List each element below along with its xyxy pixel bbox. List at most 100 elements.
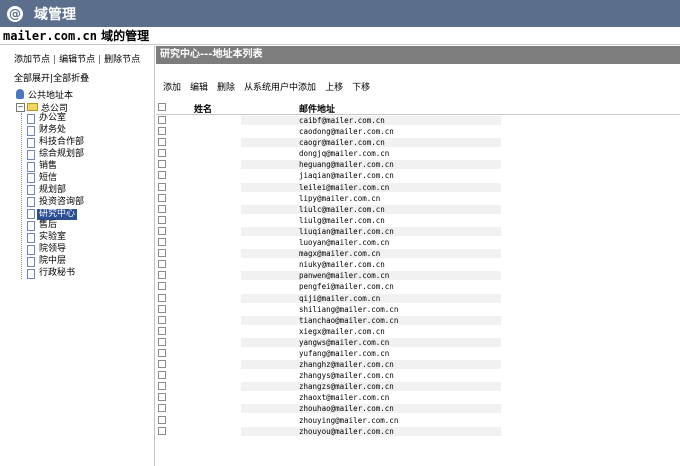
- tree-node[interactable]: 办公室: [22, 113, 86, 125]
- row-checkbox[interactable]: [158, 315, 166, 324]
- row-checkbox[interactable]: [158, 215, 166, 224]
- row-checkbox[interactable]: [158, 348, 166, 357]
- tree-node-label: 行政秘书: [39, 268, 76, 279]
- delete-button[interactable]: 删除: [217, 83, 235, 93]
- email-cell: liuqian@mailer.com.cn: [299, 226, 394, 236]
- tree-group[interactable]: − 总公司: [16, 101, 86, 114]
- tree-node[interactable]: 综合规划部: [22, 149, 86, 161]
- row-checkbox[interactable]: [158, 371, 166, 380]
- row-checkbox[interactable]: [158, 260, 166, 269]
- tree-node[interactable]: 销售: [22, 161, 86, 173]
- email-cell: qiji@mailer.com.cn: [299, 293, 381, 303]
- row-checkbox[interactable]: [158, 415, 166, 424]
- tree-node[interactable]: 售后: [22, 220, 86, 232]
- row-checkbox[interactable]: [158, 149, 166, 158]
- tree-node[interactable]: 行政秘书: [22, 268, 86, 280]
- list-row: panwen@mailer.com.cn: [156, 270, 680, 281]
- email-cell: caodong@mailer.com.cn: [299, 127, 394, 137]
- delete-node-link[interactable]: 删除节点: [104, 55, 140, 65]
- tree-node-label: 实验室: [39, 232, 67, 243]
- row-checkbox[interactable]: [158, 271, 166, 280]
- select-all-checkbox[interactable]: [158, 103, 166, 111]
- tree-node[interactable]: 短信: [22, 172, 86, 184]
- expand-all-link[interactable]: 全部展开: [14, 74, 50, 84]
- tree-node-label: 办公室: [39, 113, 67, 124]
- email-cell: jiaqian@mailer.com.cn: [299, 171, 394, 181]
- row-checkbox[interactable]: [158, 393, 166, 402]
- row-checkbox[interactable]: [158, 337, 166, 346]
- collapse-toggle-icon[interactable]: −: [16, 102, 25, 112]
- document-icon: [27, 256, 35, 267]
- address-list: caibf@mailer.com.cn caodong@mailer.com.cn…: [156, 115, 680, 437]
- tree-node[interactable]: 财务处: [22, 125, 86, 137]
- tree-node-label: 投资咨询部: [39, 196, 85, 207]
- tree-node[interactable]: 院中层: [22, 256, 86, 268]
- list-row: dongjq@mailer.com.cn: [156, 148, 680, 159]
- email-cell: niuky@mailer.com.cn: [299, 260, 385, 270]
- document-icon: [27, 161, 35, 172]
- move-up-button[interactable]: 上移: [325, 83, 343, 93]
- row-checkbox[interactable]: [158, 226, 166, 235]
- row-checkbox[interactable]: [158, 116, 166, 124]
- tree-node-label: 规划部: [39, 184, 67, 195]
- email-cell: shiliang@mailer.com.cn: [299, 304, 399, 314]
- email-cell: dongjq@mailer.com.cn: [299, 149, 390, 159]
- list-row: qiji@mailer.com.cn: [156, 293, 680, 304]
- row-checkbox[interactable]: [158, 127, 166, 136]
- tree-node-label: 科技合作部: [39, 137, 85, 148]
- row-checkbox[interactable]: [158, 426, 166, 435]
- add-from-system-users-button[interactable]: 从系统用户中添加: [244, 83, 316, 93]
- document-icon: [27, 244, 35, 255]
- row-checkbox[interactable]: [158, 138, 166, 147]
- list-row: zhangys@mailer.com.cn: [156, 370, 680, 381]
- row-checkbox[interactable]: [158, 404, 166, 413]
- list-row: shiliang@mailer.com.cn: [156, 304, 680, 315]
- add-button[interactable]: 添加: [163, 83, 181, 93]
- list-row: liulc@mailer.com.cn: [156, 204, 680, 215]
- row-checkbox[interactable]: [158, 304, 166, 313]
- tree-node[interactable]: 研究中心: [22, 208, 86, 220]
- email-cell: xiegx@mailer.com.cn: [299, 326, 385, 336]
- row-checkbox[interactable]: [158, 382, 166, 391]
- document-icon: [27, 185, 35, 196]
- tree-root[interactable]: 公共地址本: [16, 88, 86, 101]
- email-column-header: 邮件地址: [299, 105, 336, 115]
- tree-node-label: 财务处: [39, 125, 67, 136]
- email-cell: zhangys@mailer.com.cn: [299, 371, 394, 381]
- collapse-all-link[interactable]: 全部折叠: [53, 74, 89, 84]
- document-icon: [27, 137, 35, 148]
- row-checkbox[interactable]: [158, 282, 166, 291]
- list-row: caodong@mailer.com.cn: [156, 126, 680, 137]
- tree-node[interactable]: 科技合作部: [22, 137, 86, 149]
- edit-node-link[interactable]: 编辑节点: [59, 55, 95, 65]
- tree-node-label: 售后: [39, 220, 58, 231]
- email-cell: caibf@mailer.com.cn: [299, 116, 385, 125]
- email-cell: pengfei@mailer.com.cn: [299, 282, 394, 292]
- row-checkbox[interactable]: [158, 171, 166, 180]
- row-checkbox[interactable]: [158, 182, 166, 191]
- tree-node[interactable]: 实验室: [22, 232, 86, 244]
- row-checkbox[interactable]: [158, 249, 166, 258]
- email-cell: caogr@mailer.com.cn: [299, 138, 385, 148]
- list-row: pengfei@mailer.com.cn: [156, 281, 680, 292]
- add-node-link[interactable]: 添加节点: [14, 55, 50, 65]
- tree-node[interactable]: 规划部: [22, 184, 86, 196]
- edit-button[interactable]: 编辑: [190, 83, 208, 93]
- row-checkbox[interactable]: [158, 293, 166, 302]
- tree-node-label: 销售: [39, 161, 58, 171]
- row-checkbox[interactable]: [158, 360, 166, 369]
- tree-node[interactable]: 院领导: [22, 244, 86, 256]
- row-checkbox[interactable]: [158, 204, 166, 213]
- list-row: luoyan@mailer.com.cn: [156, 237, 680, 248]
- main-panel: 研究中心---地址本列表 添加 编辑 删除 从系统用户中添加 上移 下移 姓名 邮件地址 …: [156, 46, 680, 466]
- row-checkbox[interactable]: [158, 326, 166, 335]
- list-row: lipy@mailer.com.cn: [156, 193, 680, 204]
- row-checkbox[interactable]: [158, 193, 166, 202]
- tree-node[interactable]: 投资咨询部: [22, 196, 86, 208]
- tree-node-label: 综合规划部: [39, 149, 85, 160]
- toolbar: 添加 编辑 删除 从系统用户中添加 上移 下移: [163, 80, 379, 93]
- row-checkbox[interactable]: [158, 160, 166, 169]
- sidebar: 添加节点 | 编辑节点 | 删除节点 全部展开|全部折叠 公共地址本 − 总公司 办公室…: [0, 46, 155, 466]
- row-checkbox[interactable]: [158, 238, 166, 247]
- move-down-button[interactable]: 下移: [352, 83, 370, 93]
